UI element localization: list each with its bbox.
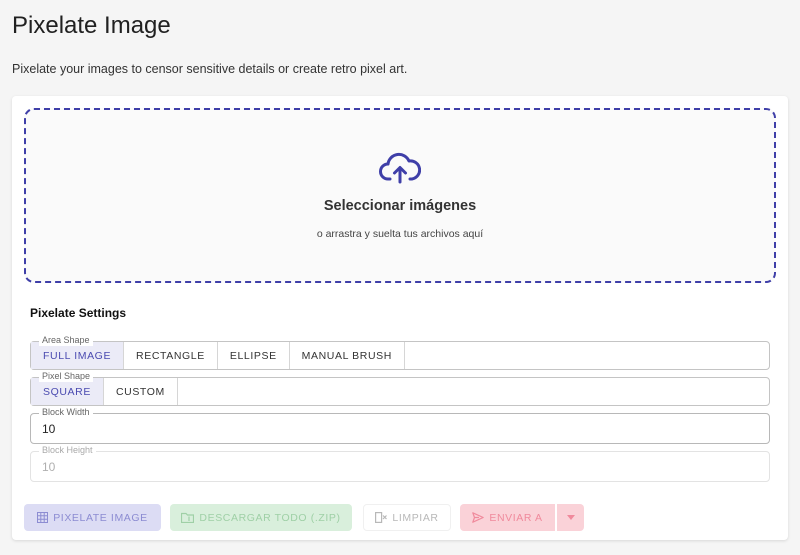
- send-icon: [472, 512, 485, 523]
- pixel-shape-custom[interactable]: CUSTOM: [104, 378, 178, 405]
- settings-title: Pixelate Settings: [30, 306, 127, 320]
- area-shape-full-image[interactable]: FULL IMAGE: [31, 342, 125, 369]
- area-shape-label: Area Shape: [39, 334, 93, 346]
- dropzone-title: Seleccionar imágenes: [323, 198, 477, 214]
- folder-zip-icon: [181, 512, 195, 523]
- block-width-field[interactable]: Block Width 10: [30, 406, 770, 444]
- clear-icon: [375, 512, 388, 523]
- clear-button[interactable]: LIMPIAR: [363, 504, 451, 531]
- send-to-button[interactable]: ENVIAR A: [460, 504, 555, 531]
- block-height-field: Block Height 10: [30, 444, 770, 482]
- grid-icon: [37, 512, 49, 523]
- area-shape-ellipse[interactable]: ELLIPSE: [218, 342, 290, 369]
- download-all-button[interactable]: DESCARGAR TODO (.ZIP): [170, 504, 352, 531]
- cloud-upload-icon: [379, 152, 421, 184]
- pixelate-image-button[interactable]: PIXELATE IMAGE: [24, 504, 161, 531]
- pixel-shape-group: Pixel Shape SQUARE CUSTOM: [30, 370, 770, 406]
- dropzone-subtitle: o arrastra y suelta tus archivos aquí: [316, 228, 484, 240]
- area-shape-manual-brush[interactable]: MANUAL BRUSH: [290, 342, 405, 369]
- pixel-shape-label: Pixel Shape: [39, 370, 94, 382]
- pixel-shape-square[interactable]: SQUARE: [31, 378, 104, 405]
- page-title: Pixelate Image: [12, 12, 171, 39]
- image-dropzone[interactable]: Seleccionar imágenes o arrastra y suelta…: [24, 108, 776, 283]
- area-shape-rectangle[interactable]: RECTANGLE: [124, 342, 218, 369]
- pixelate-image-label: PIXELATE IMAGE: [53, 511, 148, 524]
- block-width-label: Block Width: [39, 406, 93, 418]
- send-to-label: ENVIAR A: [489, 511, 543, 524]
- block-width-value[interactable]: 10: [42, 422, 55, 436]
- caret-down-icon: [566, 515, 575, 520]
- clear-label: LIMPIAR: [392, 511, 439, 524]
- area-shape-group: Area Shape FULL IMAGE RECTANGLE ELLIPSE …: [30, 334, 770, 370]
- main-card: Seleccionar imágenes o arrastra y suelta…: [12, 96, 788, 540]
- block-height-value: 10: [42, 460, 56, 474]
- page-subtitle: Pixelate your images to censor sensitive…: [12, 62, 408, 76]
- block-height-label: Block Height: [39, 444, 96, 456]
- send-to-menu-button[interactable]: [557, 504, 584, 531]
- download-all-label: DESCARGAR TODO (.ZIP): [199, 511, 341, 524]
